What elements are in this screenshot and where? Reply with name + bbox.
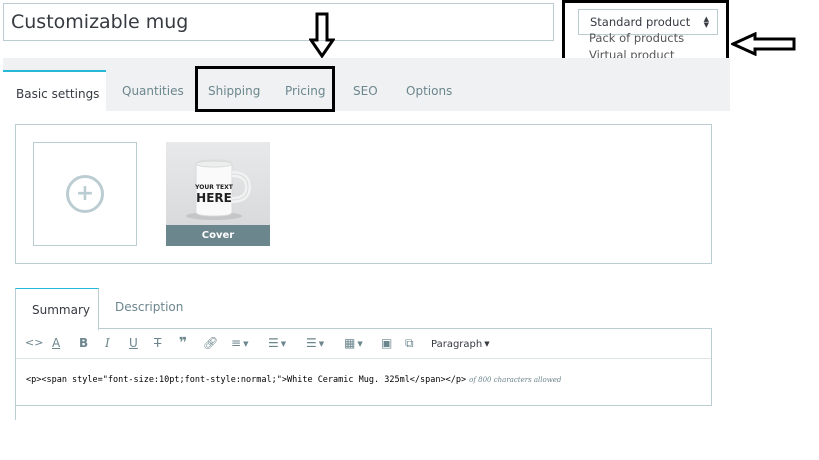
editor-content-text: <p><span style="font-size:10pt;font-styl… bbox=[26, 375, 467, 385]
tab-description[interactable]: Description bbox=[115, 300, 183, 314]
tab-basic-settings[interactable]: Basic settings bbox=[3, 70, 106, 112]
blockquote-icon[interactable]: ❞ bbox=[179, 336, 187, 350]
bold-icon[interactable]: B bbox=[79, 336, 88, 350]
cover-image-thumbnail[interactable]: YOUR TEXT HERE Cover bbox=[166, 142, 270, 246]
mug-text-line1: YOUR TEXT bbox=[194, 184, 234, 191]
underline-icon[interactable]: U bbox=[129, 336, 138, 350]
annotation-left-arrow-icon bbox=[731, 32, 796, 56]
table-icon[interactable]: ▦ ▼ bbox=[344, 336, 363, 351]
align-icon[interactable]: ≡ ▼ bbox=[231, 336, 248, 351]
media-icon[interactable]: ⧉ bbox=[405, 336, 414, 350]
char-limit-note: of 800 characters allowed bbox=[469, 376, 562, 384]
annotation-box-shipping-pricing bbox=[195, 66, 335, 112]
link-icon[interactable]: 🔗︎ bbox=[203, 336, 218, 350]
tab-quantities[interactable]: Quantities bbox=[122, 84, 184, 98]
bullet-list-icon[interactable]: ☰ ▼ bbox=[268, 336, 286, 351]
add-image-button[interactable]: + bbox=[33, 142, 137, 246]
paragraph-format-label: Paragraph bbox=[431, 339, 483, 350]
cover-label: Cover bbox=[166, 225, 270, 246]
summary-editor: <> A B I U T ❞ 🔗︎ ≡ ▼ ☰ ▼ ☰ ▼ ▦ ▼ ▣ ⧉ Paragr… bbox=[15, 328, 712, 406]
italic-icon[interactable]: I bbox=[105, 336, 110, 350]
editor-content[interactable]: <p><span style="font-size:10pt;font-styl… bbox=[26, 375, 561, 385]
text-color-icon[interactable]: A bbox=[52, 336, 60, 350]
mug-text-line2: HERE bbox=[196, 191, 232, 205]
tab-seo[interactable]: SEO bbox=[353, 84, 378, 98]
product-name-input[interactable]: Customizable mug bbox=[3, 3, 554, 41]
panel-left-border bbox=[15, 405, 16, 420]
tab-options[interactable]: Options bbox=[406, 84, 452, 98]
tab-summary[interactable]: Summary bbox=[15, 288, 99, 330]
paragraph-format-dropdown[interactable]: Paragraph ▼ bbox=[431, 337, 490, 352]
plus-icon: + bbox=[66, 175, 104, 213]
editor-toolbar: <> A B I U T ❞ 🔗︎ ≡ ▼ ☰ ▼ ☰ ▼ ▦ ▼ ▣ ⧉ Paragr… bbox=[16, 329, 711, 359]
numbered-list-icon[interactable]: ☰ ▼ bbox=[306, 336, 324, 351]
strikethrough-icon[interactable]: T bbox=[154, 336, 161, 350]
mug-image-icon: YOUR TEXT HERE bbox=[186, 159, 252, 220]
source-code-icon[interactable]: <> bbox=[25, 336, 43, 350]
annotation-down-arrow-icon bbox=[309, 12, 335, 58]
image-icon[interactable]: ▣ bbox=[381, 336, 392, 350]
